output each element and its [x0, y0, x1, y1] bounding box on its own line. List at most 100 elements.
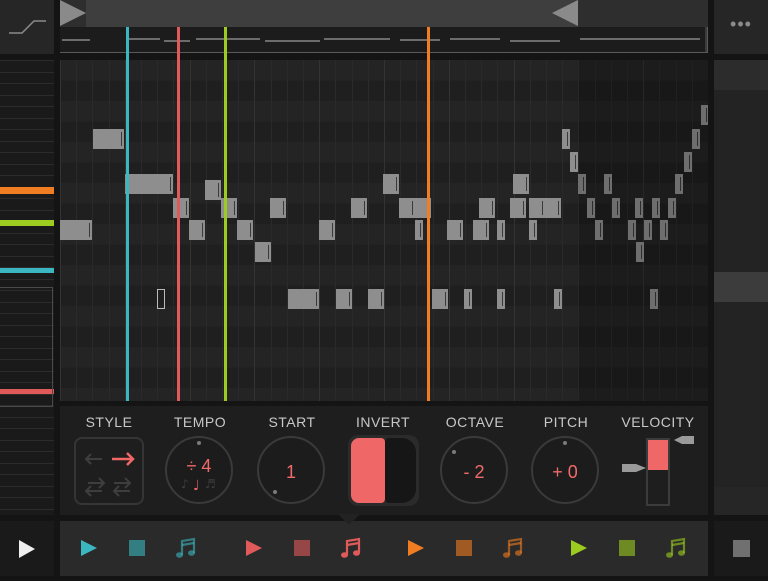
- track-bar: [60, 521, 708, 576]
- note-block[interactable]: [60, 220, 92, 240]
- note-block[interactable]: [255, 242, 271, 262]
- style-label: STYLE: [85, 414, 133, 430]
- track-4-music-note-icon[interactable]: [664, 537, 686, 559]
- stop-button[interactable]: [714, 521, 768, 576]
- grid-column-line: [303, 60, 304, 401]
- velocity-handles[interactable]: [620, 432, 696, 476]
- right-scroll-thumb[interactable]: [714, 272, 768, 302]
- note-block[interactable]: [288, 289, 319, 309]
- key-line: [0, 140, 54, 142]
- start-knob[interactable]: 1: [257, 436, 325, 504]
- note-block[interactable]: [570, 152, 578, 172]
- track-2-stop-icon[interactable]: [292, 537, 314, 559]
- note-block[interactable]: [497, 220, 505, 240]
- grid-column-line: [400, 60, 402, 401]
- selected-track-caret: [338, 514, 360, 525]
- track-4-playhead: [224, 27, 227, 401]
- note-block[interactable]: [479, 198, 495, 218]
- grid-column-line: [367, 60, 369, 401]
- track-1-stop-icon[interactable]: [127, 537, 149, 559]
- key-line: [0, 175, 54, 176]
- key-line: [0, 198, 54, 199]
- selected-note-block[interactable]: [157, 289, 165, 309]
- track-3-playhead: [427, 27, 430, 401]
- note-block[interactable]: [189, 220, 205, 240]
- piano-keys-strip[interactable]: [0, 60, 54, 515]
- stop-icon: [733, 540, 750, 557]
- note-block[interactable]: [432, 289, 448, 309]
- note-block[interactable]: [319, 220, 335, 240]
- track-2-play-icon[interactable]: [243, 537, 265, 559]
- note-block[interactable]: [415, 220, 423, 240]
- note-block[interactable]: [464, 289, 472, 309]
- note-block[interactable]: [93, 129, 124, 149]
- key-line: [0, 451, 54, 452]
- grid-column-line: [141, 60, 142, 401]
- key-line: [0, 129, 54, 130]
- tempo-knob[interactable]: ÷ 4 ♪ ♩ ♬: [165, 436, 233, 504]
- track-4-play-icon[interactable]: [568, 537, 590, 559]
- key-line: [0, 428, 54, 429]
- note-block[interactable]: [562, 129, 570, 149]
- loop-region[interactable]: [86, 0, 578, 27]
- loop-end-handle[interactable]: [552, 0, 578, 26]
- curve-button[interactable]: [0, 0, 54, 54]
- pattern-overview[interactable]: [60, 27, 708, 53]
- loop-start-handle[interactable]: [60, 0, 86, 26]
- invert-label: INVERT: [355, 414, 411, 430]
- grid-column-line: [286, 60, 288, 401]
- octave-knob[interactable]: - 2: [440, 436, 508, 504]
- right-strip-top: [714, 60, 768, 90]
- note-block[interactable]: [497, 289, 505, 309]
- invert-on-segment: [351, 438, 385, 503]
- note-block[interactable]: [125, 174, 173, 194]
- note-block[interactable]: [447, 220, 463, 240]
- note-block[interactable]: [554, 289, 562, 309]
- note-block[interactable]: [351, 198, 367, 218]
- grid-column-line: [254, 60, 256, 401]
- track-1-music-note-icon[interactable]: [174, 537, 196, 559]
- note-block[interactable]: [545, 198, 561, 218]
- track-4-stop-icon[interactable]: [617, 537, 639, 559]
- track-2-music-note-icon[interactable]: [339, 537, 361, 559]
- key-line: [0, 209, 54, 211]
- note-block[interactable]: [529, 220, 537, 240]
- style-selector[interactable]: [74, 437, 144, 505]
- note-block[interactable]: [383, 174, 399, 194]
- key-line: [0, 462, 54, 464]
- note-grid[interactable]: [60, 60, 708, 401]
- note-block[interactable]: [205, 180, 221, 200]
- note-block[interactable]: [510, 198, 526, 218]
- key-line: [0, 60, 54, 61]
- grid-column-line: [222, 60, 223, 401]
- key-line: [0, 278, 54, 280]
- key-line: [0, 152, 54, 153]
- note-block[interactable]: [513, 174, 529, 194]
- note-block[interactable]: [473, 220, 489, 240]
- track-3-music-note-icon[interactable]: [501, 537, 523, 559]
- pitch-knob[interactable]: + 0: [531, 436, 599, 504]
- svg-text:♬: ♬: [205, 477, 216, 491]
- play-icon: [19, 540, 35, 558]
- note-block[interactable]: [237, 220, 253, 240]
- key-line: [0, 83, 54, 84]
- note-block[interactable]: [368, 289, 384, 309]
- track-3-play-icon[interactable]: [405, 537, 427, 559]
- tempo-notes-icon: ♪ ♩ ♬: [181, 477, 216, 494]
- pitch-value: + 0: [552, 462, 578, 482]
- track-1-play-icon[interactable]: [78, 537, 100, 559]
- track-1-playhead: [126, 27, 129, 401]
- octave-label: OCTAVE: [445, 414, 505, 430]
- note-block[interactable]: [399, 198, 415, 218]
- note-block[interactable]: [270, 198, 286, 218]
- octave-value: - 2: [463, 462, 485, 482]
- note-block[interactable]: [529, 198, 545, 218]
- invert-toggle[interactable]: [348, 435, 419, 506]
- key-line: [0, 497, 54, 498]
- note-block[interactable]: [336, 289, 352, 309]
- key-line: [0, 106, 54, 107]
- grid-column-line: [465, 60, 466, 401]
- note-block[interactable]: [173, 198, 189, 218]
- track-3-stop-icon[interactable]: [454, 537, 476, 559]
- play-button[interactable]: [0, 521, 54, 576]
